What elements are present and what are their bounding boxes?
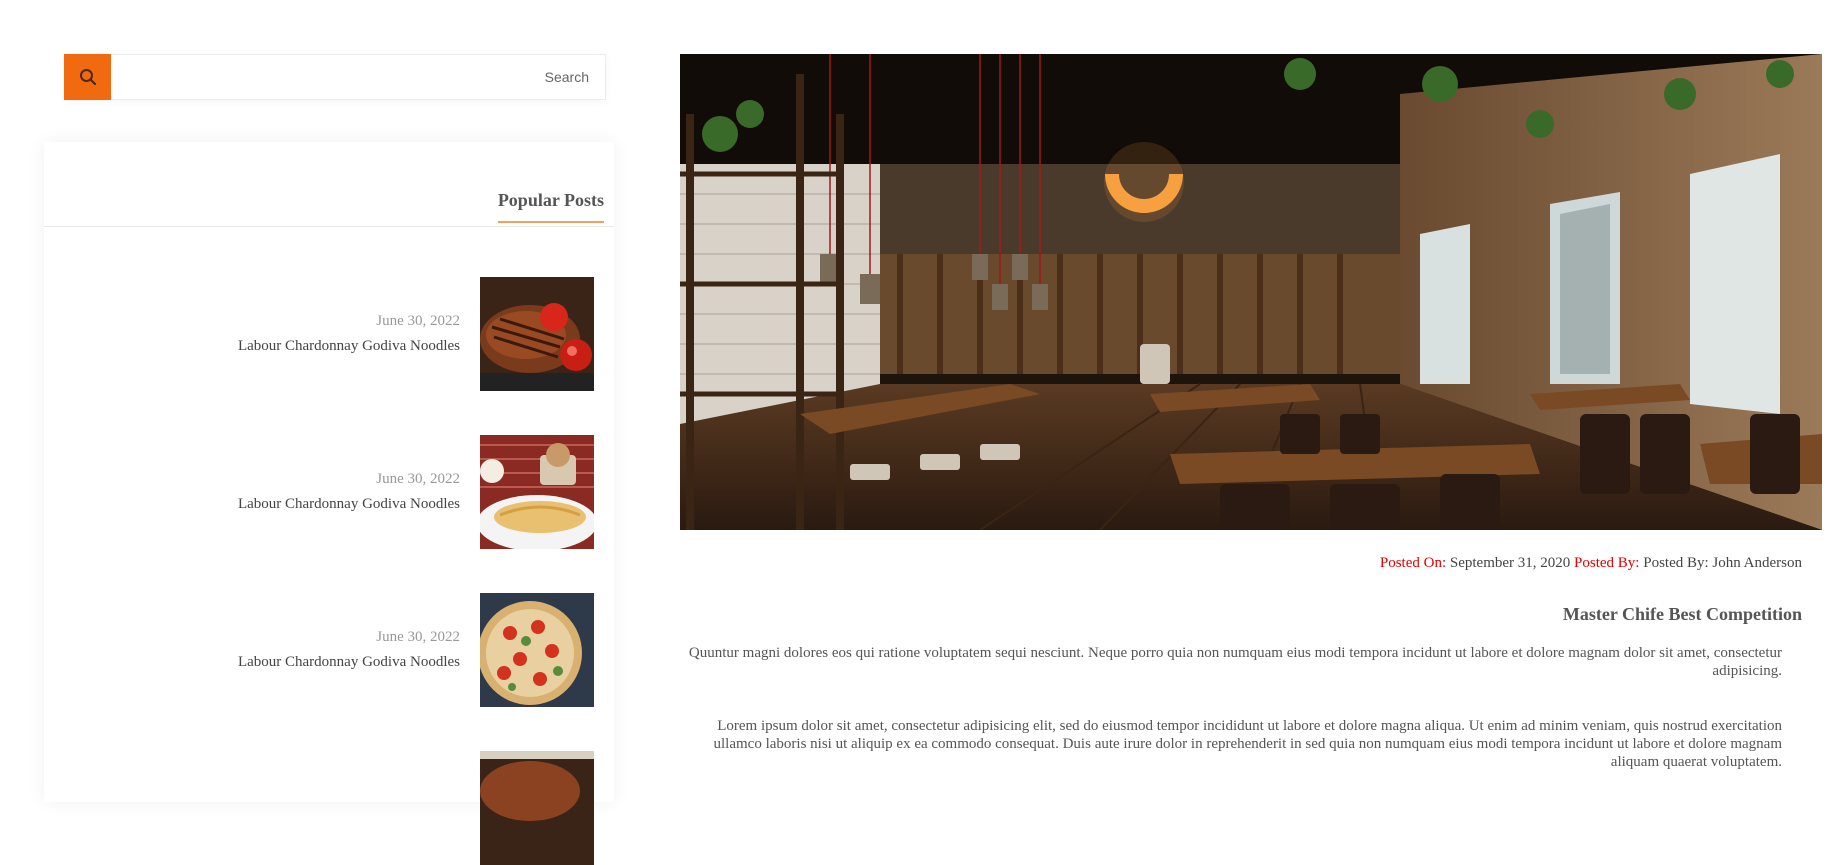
article-paragraph: Lorem ipsum dolor sit amet, consectetur …	[713, 718, 1782, 770]
post-meta: Posted On: September 31, 2020 Posted By:…	[1380, 555, 1802, 572]
post-title-link[interactable]: Labour Chardonnay Godiva Noodles	[238, 338, 460, 355]
posted-on-label: Posted On:	[1379, 555, 1447, 571]
post-date: June 30, 2022	[376, 313, 460, 329]
post-text: June 30, 2022 Labour Chardonnay Godiva N…	[238, 313, 460, 355]
post-thumbnail[interactable]	[480, 277, 594, 391]
posted-by-label: Posted By:	[1574, 555, 1640, 571]
post-date: June 30, 2022	[376, 471, 460, 487]
article-title: Master Chife Best Competition	[1562, 604, 1802, 624]
popular-posts-title: Popular Posts	[497, 190, 604, 223]
post-title-link[interactable]: Labour Chardonnay Godiva Noodles	[238, 496, 460, 513]
search-bar	[64, 54, 606, 100]
post-thumbnail[interactable]	[480, 751, 594, 865]
popular-post-item[interactable]: June 30, 2022 Labour Chardonnay Godiva N…	[44, 435, 614, 549]
post-thumbnail[interactable]	[480, 593, 594, 707]
post-title-link[interactable]: Labour Chardonnay Godiva Noodles	[238, 654, 460, 671]
posted-by-value: Posted By: John Anderson	[1643, 555, 1802, 571]
search-input[interactable]	[113, 55, 605, 99]
popular-post-item[interactable]	[44, 751, 614, 865]
posted-on-value: September 31, 2020	[1449, 555, 1571, 571]
post-text: June 30, 2022 Labour Chardonnay Godiva N…	[238, 629, 460, 671]
post-thumbnail[interactable]	[480, 435, 594, 549]
popular-post-item[interactable]: June 30, 2022 Labour Chardonnay Godiva N…	[44, 593, 614, 707]
search-button[interactable]	[64, 54, 111, 100]
hero-image	[680, 54, 1822, 530]
post-date: June 30, 2022	[376, 629, 460, 645]
restaurant-interior-image	[680, 54, 1822, 530]
post-text: June 30, 2022 Labour Chardonnay Godiva N…	[238, 471, 460, 513]
popular-post-item[interactable]: June 30, 2022 Labour Chardonnay Godiva N…	[44, 277, 614, 391]
popular-posts-widget: Popular Posts June 30, 2022 Labour Chard…	[44, 142, 614, 865]
search-icon	[79, 69, 96, 86]
popular-posts-header: Popular Posts	[44, 142, 614, 227]
article-paragraph: Quuntur magni dolores eos qui ratione vo…	[688, 645, 1782, 679]
